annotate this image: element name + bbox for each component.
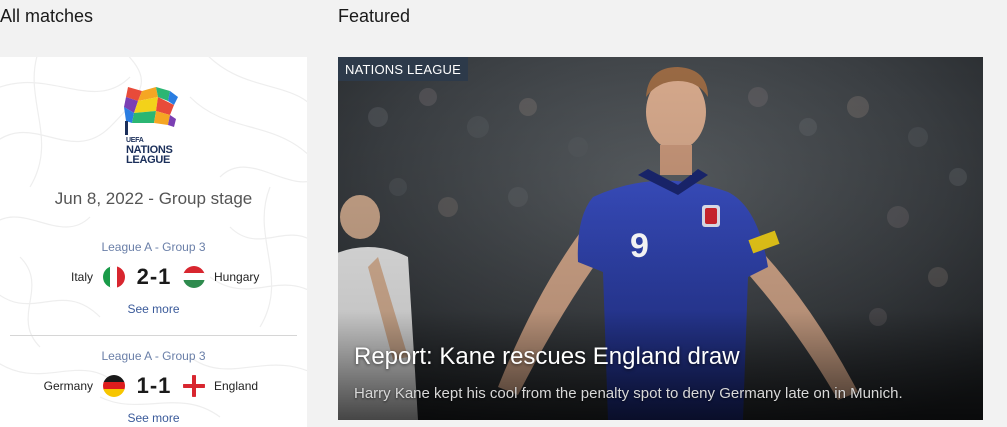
category-tag[interactable]: NATIONS LEAGUE (338, 57, 468, 81)
featured-heading: Featured (338, 6, 411, 26)
match-item[interactable]: League A - Group 3 Germany 1-1 England S… (0, 349, 307, 425)
home-team-name: Italy (70, 270, 93, 284)
matches-card: UEFA NATIONS LEAGUE Jun 8, 2022 - Group … (0, 57, 307, 427)
score-row: Germany 1-1 England (0, 371, 307, 401)
nations-league-wordmark: UEFA NATIONS LEAGUE (126, 137, 173, 166)
match-score: 1-1 (136, 373, 172, 398)
group-label: League A - Group 3 (101, 349, 206, 363)
home-team-name: Germany (43, 379, 93, 393)
logo-line-league: LEAGUE (126, 154, 171, 166)
hungary-flag-icon (183, 266, 205, 288)
germany-flag-icon (103, 375, 125, 397)
group-label: League A - Group 3 (101, 240, 206, 254)
match-score: 2-1 (136, 264, 172, 289)
see-more-link[interactable]: See more (0, 411, 307, 425)
match-item[interactable]: League A - Group 3 Italy 2-1 Hungary See… (0, 240, 307, 316)
england-flag-icon (183, 375, 205, 397)
match-date-stage: Jun 8, 2022 - Group stage (54, 189, 253, 208)
featured-article-card[interactable]: 9 NATIONS LEAGUE Report: Kane rescues En… (338, 57, 983, 420)
match-divider (10, 335, 297, 336)
shirt-number: 9 (630, 227, 649, 265)
article-headline[interactable]: Report: Kane rescues England draw (354, 343, 740, 371)
italy-flag-icon (103, 266, 125, 288)
away-team-name: Hungary (214, 270, 260, 284)
article-summary: Harry Kane kept his cool from the penalt… (354, 385, 903, 402)
score-row: Italy 2-1 Hungary (0, 262, 307, 292)
away-team-name: England (214, 379, 259, 393)
all-matches-heading: All matches (0, 6, 94, 26)
see-more-link[interactable]: See more (0, 302, 307, 316)
